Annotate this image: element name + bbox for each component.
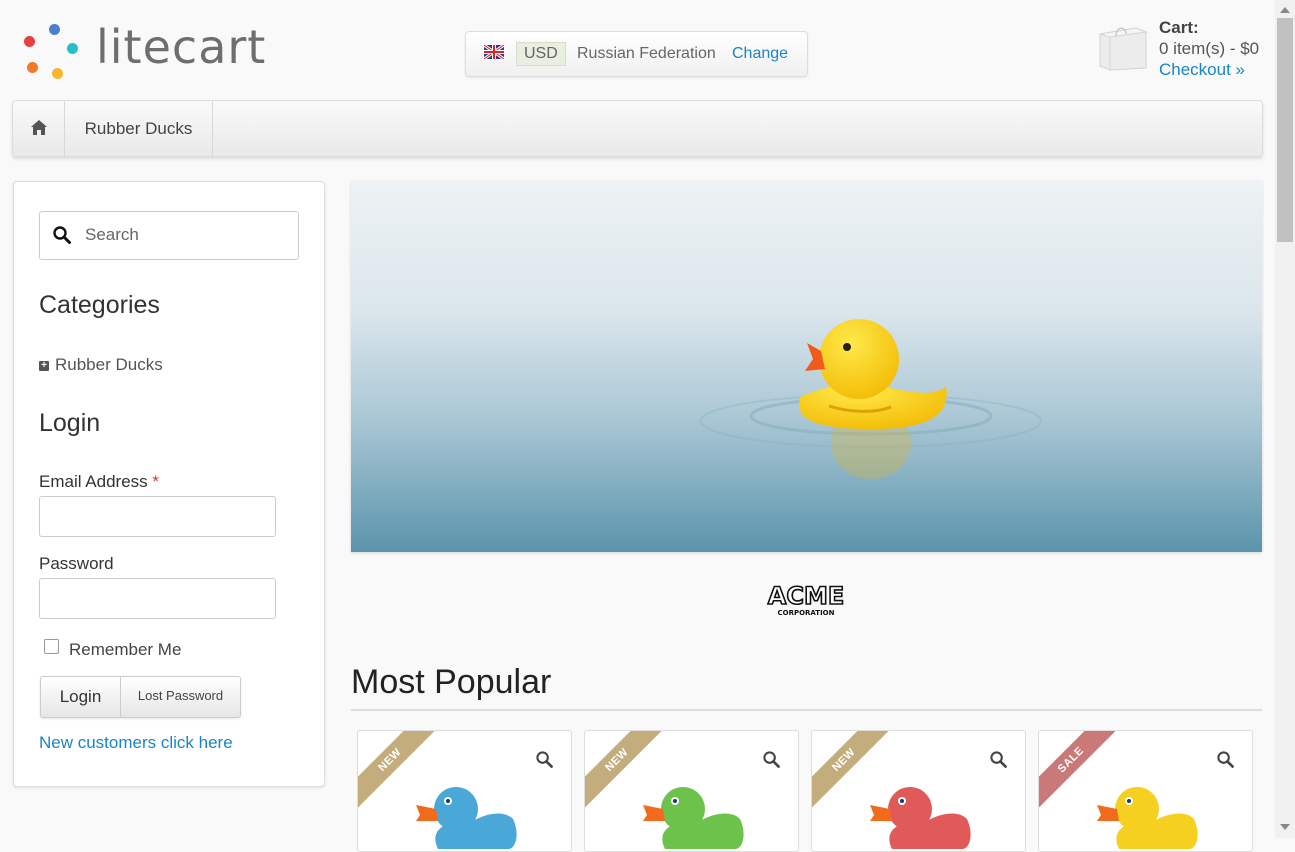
- heading-divider: [351, 709, 1262, 711]
- login-button-group: Login Lost Password: [40, 676, 241, 718]
- product-duck-image: [643, 787, 744, 849]
- email-field[interactable]: [39, 496, 276, 537]
- scroll-up-arrow[interactable]: [1280, 7, 1290, 13]
- product-card[interactable]: SALE: [1038, 730, 1253, 852]
- email-label-text: Email Address: [39, 472, 148, 491]
- logo-dot-blue: [49, 24, 60, 35]
- product-card[interactable]: NEW: [584, 730, 799, 852]
- uk-flag-icon: [484, 45, 504, 59]
- email-label: Email Address *: [39, 472, 159, 492]
- nav-home-button[interactable]: [13, 101, 65, 156]
- country-name: Russian Federation: [577, 45, 716, 62]
- store-logo[interactable]: litecart: [22, 20, 282, 82]
- required-mark: *: [152, 472, 160, 491]
- cart-summary: 0 item(s) - $0: [1159, 39, 1260, 58]
- product-duck-image: [416, 787, 517, 849]
- logo-dot-teal: [67, 43, 78, 54]
- region-selector[interactable]: USD Russian Federation Change: [465, 31, 808, 77]
- search-icon: [53, 226, 71, 244]
- quick-view-icon[interactable]: [763, 751, 780, 768]
- svg-text:ACME: ACME: [768, 582, 844, 610]
- home-icon: [31, 120, 47, 135]
- change-region-link[interactable]: Change: [732, 45, 788, 63]
- remember-me-checkbox[interactable]: [44, 639, 59, 654]
- lost-password-button[interactable]: Lost Password: [121, 677, 240, 717]
- product-duck-image: [1097, 787, 1198, 849]
- shopping-bag-icon[interactable]: [1096, 20, 1148, 72]
- site-navigation: Rubber Ducks: [12, 100, 1263, 157]
- password-field[interactable]: [39, 578, 276, 619]
- most-popular-heading: Most Popular: [351, 663, 552, 701]
- categories-heading: Categories: [39, 291, 160, 319]
- logo-wordmark: litecart: [96, 20, 267, 74]
- hero-banner-image[interactable]: [351, 181, 1262, 552]
- sidebar: Categories + Rubber Ducks Login Email Add…: [13, 181, 325, 787]
- remember-me-label: Remember Me: [69, 640, 182, 659]
- scrollbar-thumb[interactable]: [1277, 18, 1293, 242]
- nav-item-rubber-ducks[interactable]: Rubber Ducks: [65, 101, 213, 156]
- acme-manufacturer-logo[interactable]: ACME CORPORATION: [763, 581, 849, 618]
- new-customers-link[interactable]: New customers click here: [39, 733, 233, 753]
- password-label: Password: [39, 554, 114, 573]
- category-item-rubber-ducks[interactable]: + Rubber Ducks: [39, 355, 163, 375]
- vertical-scrollbar[interactable]: [1275, 0, 1295, 838]
- quick-view-icon[interactable]: [990, 751, 1007, 768]
- logo-dot-red: [24, 36, 35, 47]
- expand-plus-icon: +: [39, 360, 49, 371]
- logo-dot-yellow: [52, 68, 63, 79]
- logo-dot-orange: [27, 62, 38, 73]
- currency-code: USD: [516, 42, 566, 66]
- cart-title: Cart:: [1159, 18, 1199, 37]
- login-button[interactable]: Login: [41, 677, 121, 717]
- category-label: Rubber Ducks: [55, 355, 163, 374]
- scroll-down-arrow[interactable]: [1280, 824, 1290, 830]
- checkout-link[interactable]: Checkout »: [1159, 60, 1245, 80]
- search-box[interactable]: [39, 211, 299, 260]
- product-card[interactable]: NEW: [811, 730, 1026, 852]
- quick-view-icon[interactable]: [536, 751, 553, 768]
- quick-view-icon[interactable]: [1217, 751, 1234, 768]
- search-input[interactable]: [83, 224, 287, 246]
- svg-text:CORPORATION: CORPORATION: [777, 609, 834, 617]
- login-heading: Login: [39, 409, 101, 437]
- product-duck-image: [870, 787, 971, 849]
- product-card[interactable]: NEW: [357, 730, 572, 852]
